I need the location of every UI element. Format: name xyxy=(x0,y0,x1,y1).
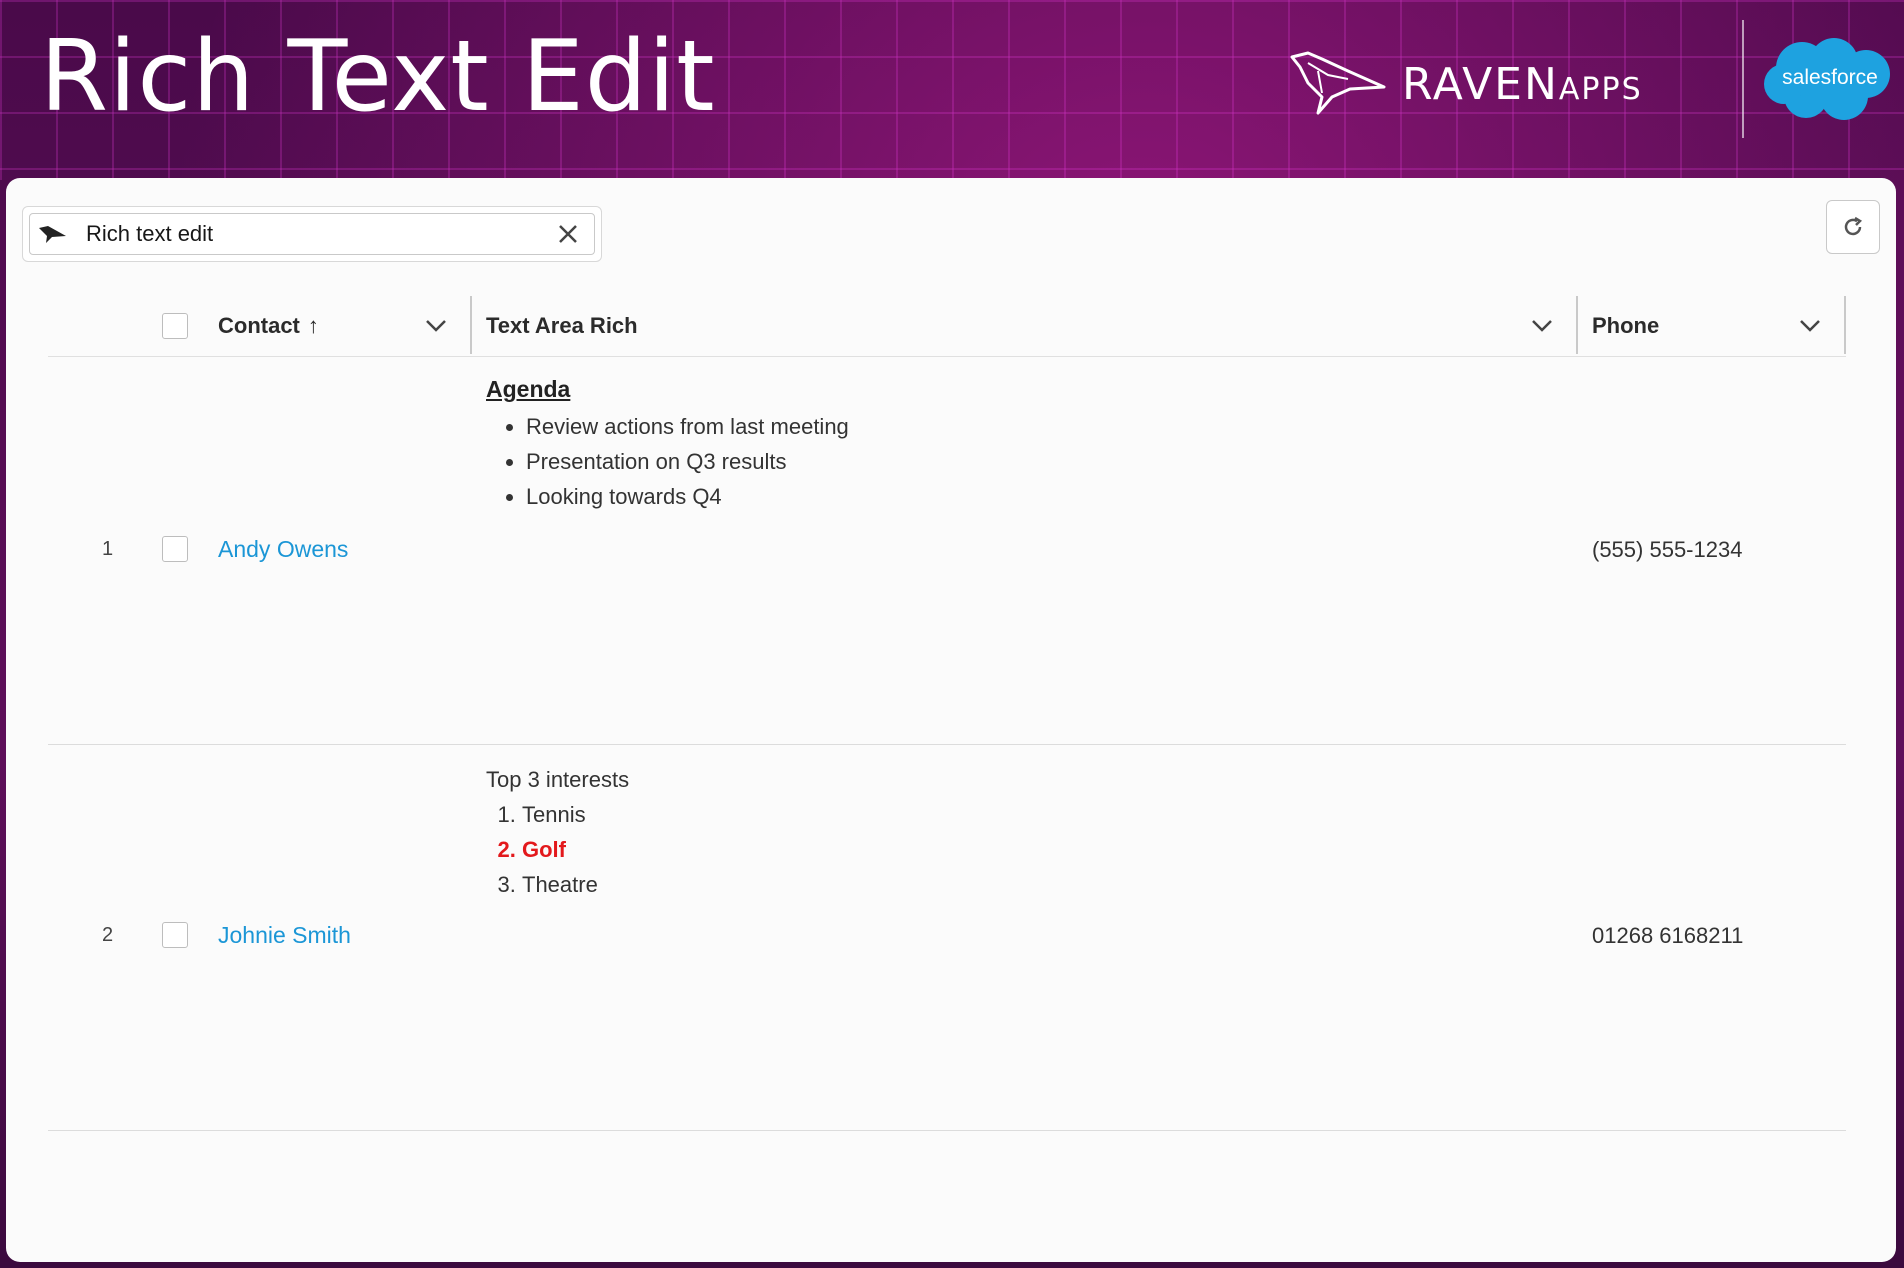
table-row[interactable]: Agenda Review actions from last meeting … xyxy=(48,358,1846,745)
list-item: Tennis xyxy=(522,797,629,832)
list-item: Presentation on Q3 results xyxy=(526,444,849,479)
table-header: Contact ↑ Text Area Rich Phone xyxy=(48,296,1846,357)
clear-search-button[interactable] xyxy=(548,214,588,254)
chevron-down-icon[interactable] xyxy=(424,314,448,338)
ordered-list: Tennis Golf Theatre xyxy=(486,797,629,902)
row-checkbox[interactable] xyxy=(162,922,188,948)
search-input[interactable]: Rich text edit xyxy=(86,221,548,247)
close-icon xyxy=(559,225,577,243)
list-item-highlighted: Golf xyxy=(522,832,629,867)
search-field[interactable]: Rich text edit xyxy=(29,213,595,255)
contact-link[interactable]: Johnie Smith xyxy=(218,922,351,949)
salesforce-logo: salesforce xyxy=(1762,34,1894,131)
raven-icon xyxy=(36,219,70,249)
search-box: Rich text edit xyxy=(22,206,602,262)
column-header-phone[interactable]: Phone xyxy=(1592,296,1659,356)
column-header-text-area-rich[interactable]: Text Area Rich xyxy=(486,296,638,356)
rich-intro: Top 3 interests xyxy=(486,767,630,792)
select-all-checkbox[interactable] xyxy=(162,296,188,356)
brand-name: RAVENAPPS xyxy=(1402,58,1643,110)
row-number: 2 xyxy=(102,924,114,946)
list-item: Review actions from last meeting xyxy=(526,409,849,444)
rich-text-cell[interactable]: Agenda Review actions from last meeting … xyxy=(486,376,849,514)
column-divider[interactable] xyxy=(470,296,472,354)
rich-text-cell[interactable]: Top 3 interests Tennis Golf Theatre xyxy=(486,762,629,902)
refresh-button[interactable] xyxy=(1826,200,1880,254)
brand-divider xyxy=(1742,20,1744,138)
sort-ascending-icon: ↑ xyxy=(307,313,319,338)
phone-value: 01268 6168211 xyxy=(1592,923,1744,948)
row-number: 1 xyxy=(102,538,114,560)
ravenapps-logo: RAVENAPPS xyxy=(1288,44,1643,124)
svg-text:salesforce: salesforce xyxy=(1782,66,1878,89)
page-title: Rich Text Edit xyxy=(40,20,716,134)
refresh-icon xyxy=(1844,216,1863,236)
chevron-down-icon[interactable] xyxy=(1530,314,1554,338)
bullet-list: Review actions from last meeting Present… xyxy=(486,409,849,514)
table-row[interactable]: Top 3 interests Tennis Golf Theatre 2 Jo… xyxy=(48,744,1846,1131)
list-item: Theatre xyxy=(522,867,629,902)
contact-link[interactable]: Andy Owens xyxy=(218,536,348,563)
list-item: Looking towards Q4 xyxy=(526,479,849,514)
column-header-contact[interactable]: Contact ↑ xyxy=(218,296,319,356)
main-panel: Rich text edit Contact ↑ Text Area Rich … xyxy=(6,178,1896,1262)
phone-value: (555) 555-1234 xyxy=(1592,537,1743,562)
column-divider[interactable] xyxy=(1844,296,1846,354)
row-checkbox[interactable] xyxy=(162,536,188,562)
column-divider[interactable] xyxy=(1576,296,1578,354)
chevron-down-icon[interactable] xyxy=(1798,314,1822,338)
rich-heading: Agenda xyxy=(486,376,571,402)
raven-logo-icon xyxy=(1290,51,1386,115)
